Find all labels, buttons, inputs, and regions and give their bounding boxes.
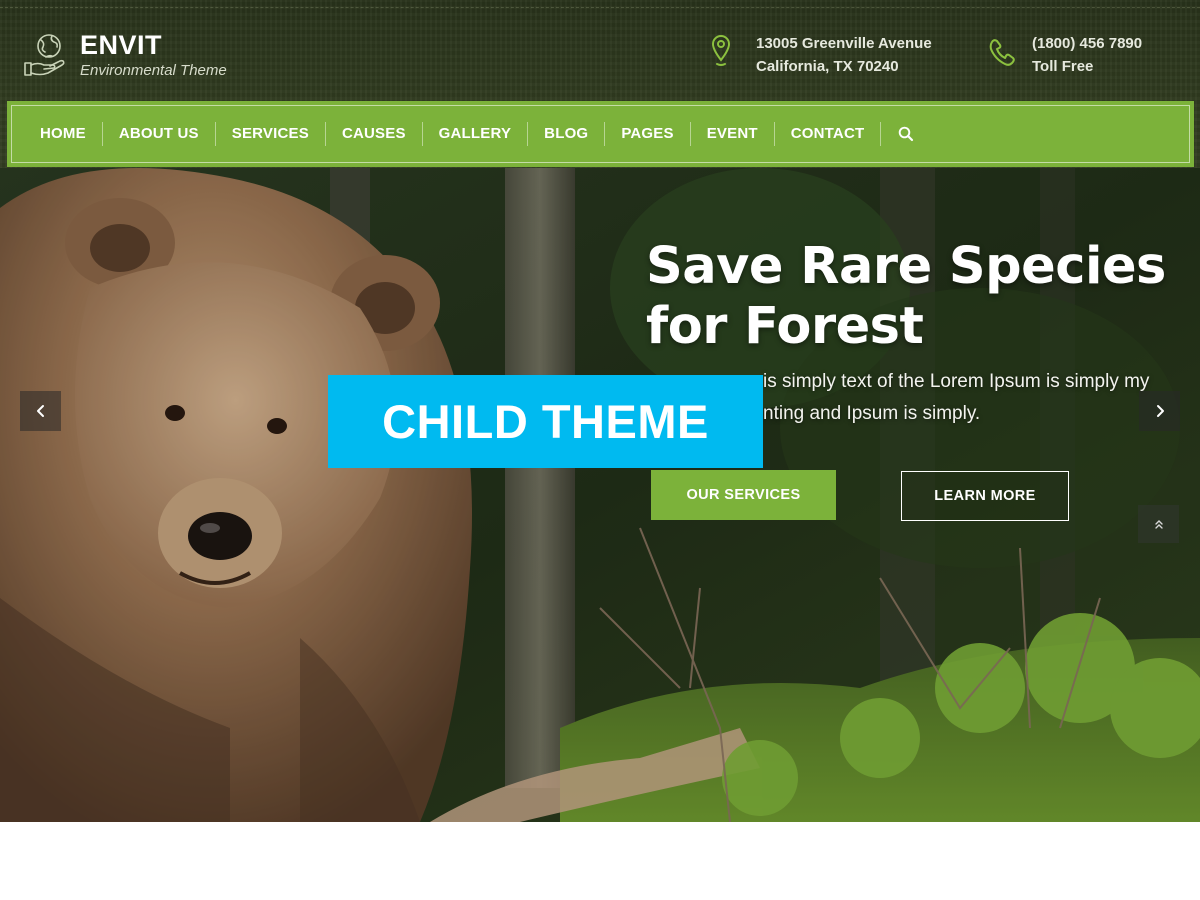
nav-item-about-us[interactable]: ABOUT US xyxy=(103,122,216,146)
hero-heading: Save Rare Species for Forest xyxy=(646,237,1186,357)
header-stitch-divider xyxy=(0,7,1200,8)
main-nav: HOME ABOUT US SERVICES CAUSES GALLERY BL… xyxy=(7,101,1194,167)
address-line-1: 13005 Greenville Avenue xyxy=(756,35,932,52)
scroll-to-top-button[interactable] xyxy=(1138,505,1179,543)
phone-icon xyxy=(989,39,1015,66)
our-services-button[interactable]: OUR SERVICES xyxy=(651,470,836,520)
logo-text: ENVIT Environmental Theme xyxy=(80,30,227,81)
nav-item-services[interactable]: SERVICES xyxy=(216,122,326,146)
address-lines: 13005 Greenville Avenue California, TX 7… xyxy=(756,32,932,78)
globe-hand-icon xyxy=(24,34,65,76)
chevron-right-icon xyxy=(1156,405,1164,417)
phone-lines: (1800) 456 7890 Toll Free xyxy=(1032,32,1142,78)
hero-slider: Save Rare Species for Forest is simply t… xyxy=(0,168,1200,822)
page-bottom-area xyxy=(0,822,1200,900)
contact-address: 13005 Greenville Avenue California, TX 7… xyxy=(710,32,932,78)
nav-item-contact[interactable]: CONTACT xyxy=(775,122,882,146)
nav-item-gallery[interactable]: GALLERY xyxy=(423,122,529,146)
learn-more-button[interactable]: LEARN MORE xyxy=(901,471,1069,521)
nav-item-event[interactable]: EVENT xyxy=(691,122,775,146)
contact-phone: (1800) 456 7890 Toll Free xyxy=(986,32,1142,78)
slider-next-button[interactable] xyxy=(1139,391,1180,431)
nav-item-pages[interactable]: PAGES xyxy=(605,122,691,146)
nav-search-button[interactable] xyxy=(881,122,931,146)
double-chevron-up-icon xyxy=(1154,520,1163,529)
site-header: ENVIT Environmental Theme 13005 Greenvil… xyxy=(0,0,1200,170)
nav-item-causes[interactable]: CAUSES xyxy=(326,122,423,146)
phone-note: Toll Free xyxy=(1032,58,1094,75)
logo-subtitle: Environmental Theme xyxy=(80,62,227,79)
hero-heading-line-1: Save Rare Species xyxy=(646,237,1166,296)
site-logo[interactable]: ENVIT Environmental Theme xyxy=(22,30,227,81)
main-nav-inner: HOME ABOUT US SERVICES CAUSES GALLERY BL… xyxy=(11,105,1190,163)
logo-title: ENVIT xyxy=(80,30,163,60)
nav-item-home[interactable]: HOME xyxy=(24,122,103,146)
map-pin-icon xyxy=(711,35,731,66)
phone-number[interactable]: (1800) 456 7890 xyxy=(1032,32,1142,55)
slider-prev-button[interactable] xyxy=(20,391,61,431)
chevron-left-icon xyxy=(36,405,44,417)
search-icon xyxy=(899,126,914,142)
address-line-2: California, TX 70240 xyxy=(756,58,899,75)
page: ENVIT Environmental Theme 13005 Greenvil… xyxy=(0,0,1200,900)
child-theme-badge: CHILD THEME xyxy=(328,375,763,468)
hero-heading-line-2: for Forest xyxy=(646,297,924,356)
nav-item-blog[interactable]: BLOG xyxy=(528,122,606,146)
